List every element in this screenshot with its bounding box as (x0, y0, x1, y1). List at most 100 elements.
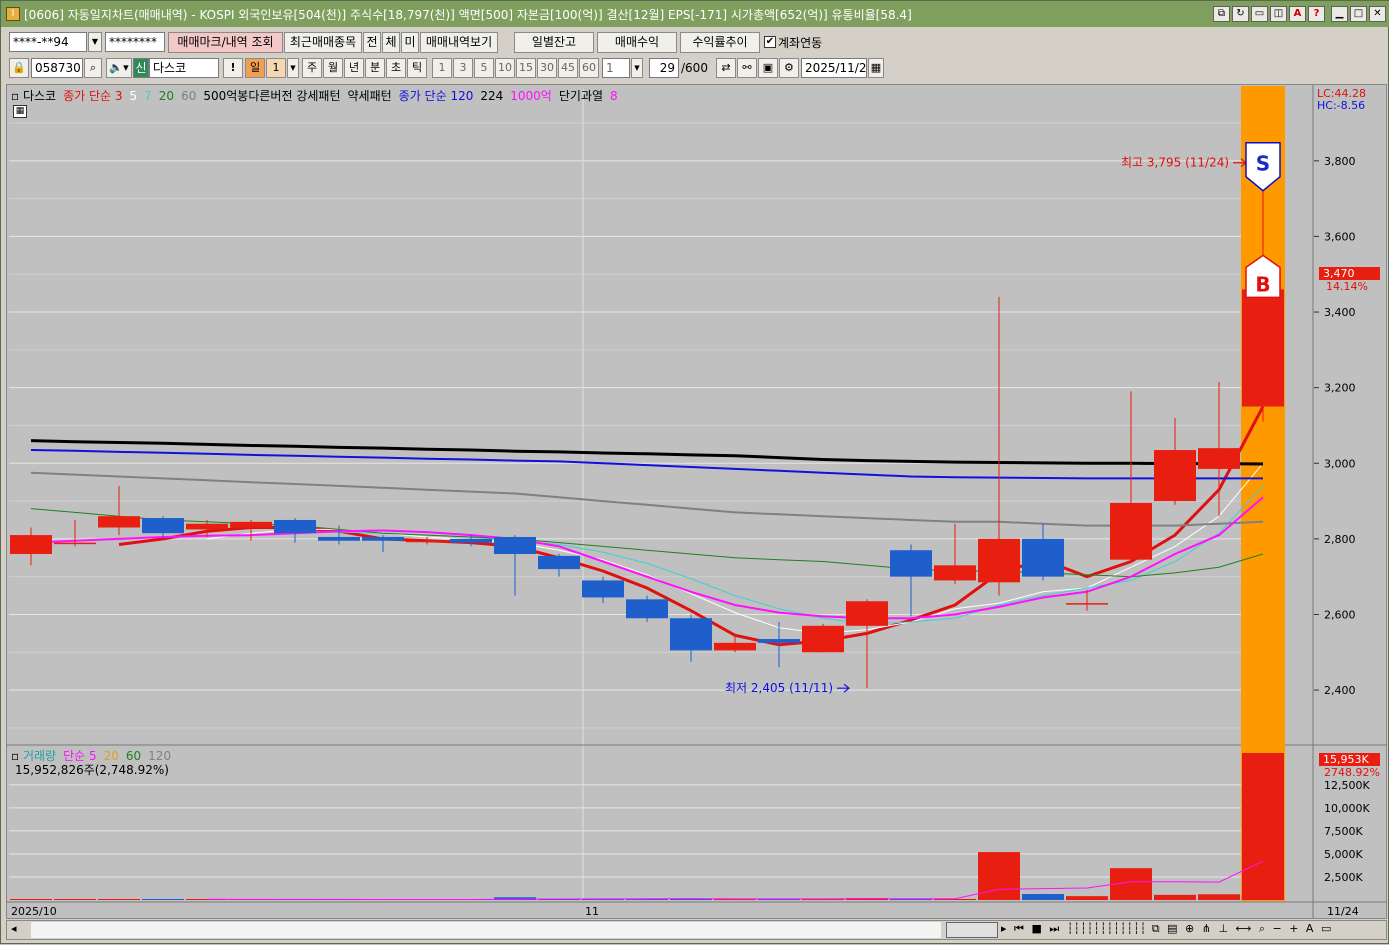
candle-body (582, 580, 624, 598)
high-note: 최고 3,795 (11/24) (1121, 156, 1229, 170)
candle-body (362, 536, 404, 541)
price-legend-item[interactable]: 8 (610, 89, 618, 103)
volume-bar (1066, 896, 1108, 900)
range-icon[interactable]: ⟷ (1236, 922, 1254, 935)
app-window: I [0606] 자동일지차트(매매내역) - KOSPI 외국인보유[504(… (0, 0, 1389, 944)
price-legend-item[interactable]: 1000억 (510, 89, 552, 103)
window-icon[interactable]: ▭ (1321, 922, 1333, 935)
price-legend-item[interactable]: 224 (480, 89, 503, 103)
fork-tool-icon[interactable]: ⋔ (1202, 922, 1213, 935)
cross-tool-icon[interactable]: ⊕ (1185, 922, 1196, 935)
price-legend-item[interactable]: 종가 단순 120 (399, 89, 474, 103)
candle-body (98, 516, 140, 528)
candle-body (846, 601, 888, 626)
volume-tick-label: 2,500K (1324, 871, 1363, 884)
candle-body (494, 536, 536, 554)
scroll-left-icon[interactable]: ◂ (11, 922, 17, 935)
price-tick-label: 2,800 (1324, 533, 1356, 546)
volume-bar (10, 899, 52, 900)
candle-body (1110, 502, 1152, 560)
price-legend-item[interactable]: 7 (144, 89, 152, 103)
x-label-start: 2025/10 (11, 905, 57, 918)
price-legend-item[interactable]: 500억봉다른버전 강세패턴 (203, 89, 340, 103)
price-chart[interactable]: 2,400 2,600 2,800 3,000 3,200 3,400 3,600 3,800… (1, 1, 1389, 945)
candle-body (714, 642, 756, 651)
volume-tick-label: 12,500K (1324, 779, 1370, 792)
x-label-end: 11/24 (1327, 905, 1359, 918)
price-marker-icon: ▫ (11, 89, 23, 103)
ma-line-3 (30, 508, 1264, 578)
price-legend: ▫ 다스코 종가 단순 3 5 7 20 60 500억봉다른버전 강세패턴 약세패턴 종가 단… (11, 87, 625, 104)
volume-bar (98, 899, 140, 900)
current-volume-label: 15,953K (1323, 753, 1369, 766)
x-label-mid: 11 (585, 905, 599, 918)
candle-body (186, 523, 228, 530)
candle-body (802, 625, 844, 653)
zoom-icon[interactable]: ⌕ (1259, 922, 1267, 935)
price-legend-item[interactable]: 종가 단순 3 (63, 89, 122, 103)
candle-body (978, 538, 1020, 583)
candle-body (1242, 289, 1284, 407)
price-legend-item[interactable]: 다스코 (23, 89, 56, 103)
price-tick-label: 3,600 (1324, 230, 1356, 243)
grid-toggle-icon[interactable]: ▦ (13, 105, 27, 118)
price-legend-item[interactable]: 약세패턴 (347, 89, 391, 103)
volume-bar (1198, 894, 1240, 900)
candle-body (142, 518, 184, 534)
rewind-icon[interactable]: ⏮ (1014, 922, 1026, 935)
volume-tick-label: 10,000K (1324, 802, 1370, 815)
minus-icon[interactable]: − (1272, 922, 1283, 935)
forward-icon[interactable]: ⏭ (1049, 922, 1061, 935)
ma-line-6 (30, 439, 1264, 466)
sell-marker-label: S (1256, 152, 1270, 176)
candle-body (934, 565, 976, 581)
scroll-track[interactable] (31, 922, 941, 938)
stop-icon[interactable]: ■ (1031, 922, 1043, 935)
volume-change-label: 2748.92% (1324, 766, 1380, 779)
volume-caption: 15,952,826주(2,748.92%) (15, 763, 169, 777)
volume-tick-label: 5,000K (1324, 848, 1363, 861)
volume-tick-label: 7,500K (1324, 825, 1363, 838)
candle-body (1066, 603, 1108, 605)
price-legend-item[interactable]: 60 (181, 89, 196, 103)
candle-body (670, 618, 712, 651)
price-tick-label: 3,200 (1324, 382, 1356, 395)
volume-bar (54, 899, 96, 900)
scroll-right-icon[interactable]: ▸ (1001, 922, 1009, 935)
candle-body (10, 535, 52, 554)
price-legend-item[interactable]: 단기과열 (559, 89, 603, 103)
candle-body (890, 550, 932, 577)
candle-body (538, 555, 580, 570)
scroll-thumb[interactable] (946, 922, 998, 938)
candle-body (54, 542, 96, 545)
current-change-label: 14.14% (1326, 280, 1368, 293)
candle-body (1022, 538, 1064, 577)
volume-bar (1242, 753, 1284, 900)
current-price-label: 3,470 (1323, 267, 1355, 280)
candle-body (274, 519, 316, 534)
zoom-slider[interactable]: ┆┆┆┆┆┆┆┆┆┆┆┆ (1067, 922, 1146, 935)
low-note: 최저 2,405 (11/11) (725, 681, 833, 695)
text-icon[interactable]: A (1306, 922, 1316, 935)
candle-body (626, 599, 668, 619)
price-tick-label: 3,000 (1324, 457, 1356, 470)
pin-icon[interactable]: ⊥ (1218, 922, 1230, 935)
volume-bar (1154, 894, 1196, 900)
candle-body (406, 540, 448, 543)
volume-bar (1022, 894, 1064, 900)
candle-body (758, 639, 800, 643)
price-legend-item[interactable]: 20 (159, 89, 174, 103)
price-legend-item[interactable]: 5 (130, 89, 138, 103)
hc-label: HC:-8.56 (1317, 99, 1365, 112)
volume-bar (142, 899, 184, 900)
price-tick-label: 2,600 (1324, 608, 1356, 621)
ma-line-4 (30, 471, 1264, 527)
plus-icon[interactable]: + (1289, 922, 1300, 935)
buy-marker-label: B (1255, 272, 1270, 296)
navigation-controls[interactable]: ▸ ⏮ ■ ⏭ ┆┆┆┆┆┆┆┆┆┆┆┆ ⧉ ▤ ⊕ ⋔ ⊥ ⟷ ⌕ − + A… (1001, 922, 1333, 936)
volume-ma-line (206, 860, 1264, 900)
table-icon[interactable]: ▤ (1167, 922, 1179, 935)
price-tick-label: 3,400 (1324, 306, 1356, 319)
compare-icon[interactable]: ⧉ (1152, 922, 1162, 935)
candle-body (318, 536, 360, 541)
